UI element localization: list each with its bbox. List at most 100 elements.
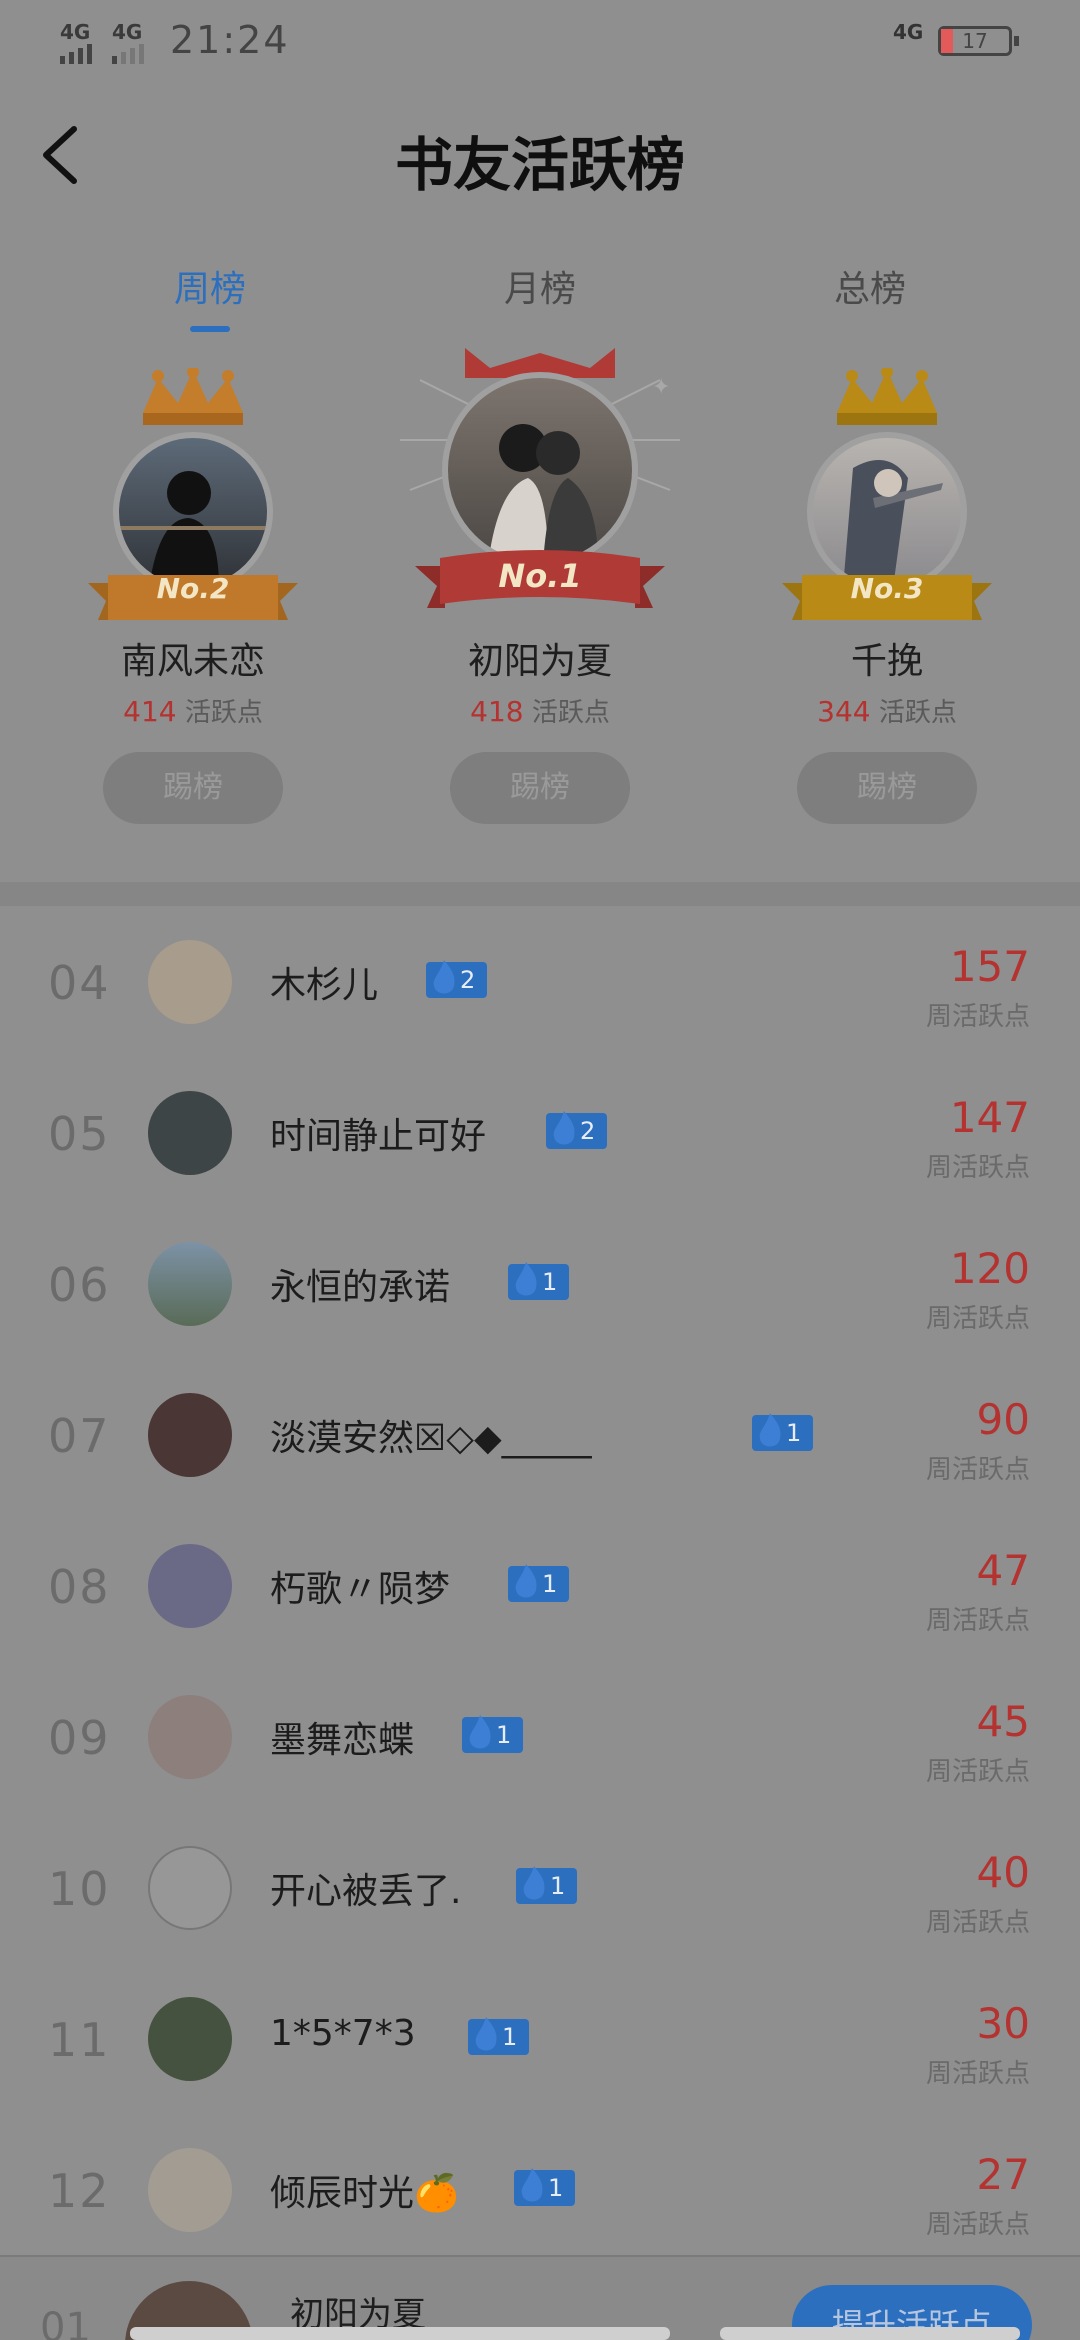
points-value: 27 — [976, 2150, 1030, 2199]
avatar[interactable] — [148, 1091, 232, 1175]
level-badge: 1 — [514, 2168, 576, 2206]
battery-icon: 17 — [938, 26, 1019, 56]
list-item[interactable]: 08 朽歌〃陨梦 1 47 周活跃点 — [0, 1510, 1080, 1661]
kick-button[interactable]: 踢榜 — [797, 752, 977, 824]
points-label: 周活跃点 — [925, 2210, 1030, 2240]
flame-icon — [553, 1111, 575, 1145]
flame-icon — [759, 1413, 781, 1447]
user-name: 木杉儿 — [270, 965, 379, 1006]
podium-points: 344 活跃点 — [817, 695, 957, 728]
level-badge: 1 — [462, 1715, 524, 1753]
svg-text:✦: ✦ — [652, 375, 670, 400]
level-badge: 1 — [508, 1564, 570, 1602]
tab-weekly[interactable]: 周榜 — [110, 260, 310, 312]
kick-button[interactable]: 踢榜 — [103, 752, 283, 824]
points-value: 40 — [976, 1848, 1030, 1897]
list-item[interactable]: 07 淡漠安然☒◇◆_____ 1 90 周活跃点 — [0, 1359, 1080, 1510]
podium-first: ✦ No.1 初阳为夏 418 活跃点 踢榜 — [400, 348, 680, 850]
list-item[interactable]: 05 时间静止可好 2 147 周活跃点 — [0, 1057, 1080, 1208]
user-name: 开心被丢了. — [270, 1871, 462, 1912]
list-item[interactable]: 09 墨舞恋蝶 1 45 周活跃点 — [0, 1661, 1080, 1812]
list-item[interactable]: 11 1*5*7*3 1 30 周活跃点 — [0, 1963, 1080, 2114]
network-type-1: 4G — [60, 20, 91, 44]
rank-number: 06 — [48, 1258, 111, 1312]
rank-label: No.1 — [498, 557, 582, 595]
points-label: 周活跃点 — [925, 2059, 1030, 2089]
rank-number: 10 — [48, 1862, 111, 1916]
podium-name: 千挽 — [850, 641, 923, 682]
points-label: 周活跃点 — [925, 1908, 1030, 1938]
crown-icon — [837, 368, 937, 425]
home-indicator-secondary — [720, 2327, 1020, 2340]
list-item[interactable]: 04 木杉儿 2 157 周活跃点 — [0, 906, 1080, 1057]
points-value: 45 — [976, 1697, 1030, 1746]
rank-number: 11 — [48, 2013, 111, 2067]
flame-icon — [515, 1262, 537, 1296]
rank-label: No.3 — [850, 572, 924, 605]
points-label: 周活跃点 — [925, 1757, 1030, 1787]
level-badge: 1 — [516, 1866, 578, 1904]
signal-icon: 4G — [60, 20, 92, 69]
flame-icon — [515, 1564, 537, 1598]
points-value: 47 — [976, 1546, 1030, 1595]
clock: 21:24 — [170, 18, 290, 62]
user-name: 朽歌〃陨梦 — [270, 1569, 451, 1610]
podium-second: No.2 南风未恋 414 活跃点 踢榜 — [68, 350, 318, 850]
battery-level: 17 — [962, 29, 988, 53]
flame-icon — [521, 2168, 543, 2202]
avatar[interactable] — [148, 1544, 232, 1628]
rank-number: 08 — [48, 1560, 111, 1614]
podium-points: 414 活跃点 — [123, 695, 263, 728]
rank-number: 09 — [48, 1711, 111, 1765]
tab-monthly[interactable]: 月榜 — [440, 260, 640, 312]
page-title: 书友活跃榜 — [394, 131, 685, 199]
avatar[interactable] — [148, 1695, 232, 1779]
network-type-2: 4G — [112, 20, 143, 44]
tab-underline — [190, 326, 230, 332]
my-rank: 01 — [40, 2305, 91, 2340]
flame-icon — [469, 1715, 491, 1749]
avatar[interactable] — [148, 1242, 232, 1326]
level-badge: 1 — [752, 1413, 814, 1451]
points-label: 周活跃点 — [925, 1153, 1030, 1183]
avatar[interactable] — [148, 940, 232, 1024]
points-label: 周活跃点 — [925, 1606, 1030, 1636]
avatar[interactable] — [148, 1393, 232, 1477]
points-value: 90 — [976, 1395, 1030, 1444]
level-badge: 1 — [468, 2017, 530, 2055]
podium-name: 初阳为夏 — [467, 641, 612, 682]
section-divider — [0, 882, 1080, 906]
points-label: 周活跃点 — [925, 1304, 1030, 1334]
tab-bar: 周榜 月榜 总榜 — [0, 260, 1080, 340]
tab-total[interactable]: 总榜 — [770, 260, 970, 312]
podium-name: 南风未恋 — [120, 641, 265, 682]
rank-number: 07 — [48, 1409, 111, 1463]
list-item[interactable]: 10 开心被丢了. 1 40 周活跃点 — [0, 1812, 1080, 1963]
points-value: 30 — [976, 1999, 1030, 2048]
user-name: 永恒的承诺 — [270, 1267, 451, 1308]
user-name: 1*5*7*3 — [270, 2013, 416, 2054]
avatar[interactable] — [148, 2148, 232, 2232]
avatar[interactable] — [442, 372, 638, 568]
list-item[interactable]: 12 倾辰时光🍊 1 27 周活跃点 — [0, 2114, 1080, 2265]
level-badge: 2 — [426, 960, 488, 998]
home-indicator — [130, 2327, 670, 2340]
points-label: 周活跃点 — [925, 1455, 1030, 1485]
rank-number: 05 — [48, 1107, 111, 1161]
list-item[interactable]: 06 永恒的承诺 1 120 周活跃点 — [0, 1208, 1080, 1359]
flame-icon — [475, 2017, 497, 2051]
signal-icon-2: 4G — [112, 20, 144, 69]
status-bar: 4G 4G 21:24 4G 17 — [0, 0, 1080, 80]
user-name: 淡漠安然☒◇◆_____ — [270, 1418, 592, 1459]
crown-icon — [143, 368, 243, 425]
avatar[interactable] — [148, 1997, 232, 2081]
kick-button[interactable]: 踢榜 — [450, 752, 630, 824]
points-value: 120 — [949, 1244, 1030, 1293]
points-value: 157 — [949, 942, 1030, 991]
user-name: 墨舞恋蝶 — [270, 1720, 415, 1761]
rank-number: 12 — [48, 2164, 111, 2218]
level-badge: 2 — [546, 1111, 608, 1149]
level-badge: 1 — [508, 1262, 570, 1300]
avatar[interactable] — [148, 1846, 232, 1930]
user-name: 时间静止可好 — [270, 1116, 487, 1157]
